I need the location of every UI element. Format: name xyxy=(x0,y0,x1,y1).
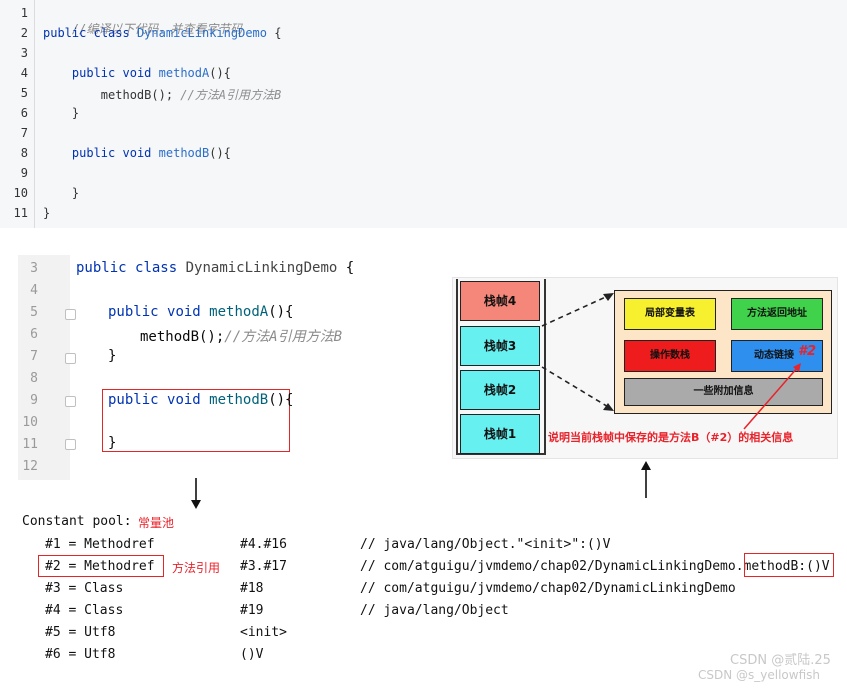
line-number: 11 xyxy=(13,206,28,220)
arrow-down-icon xyxy=(191,478,201,509)
ide-line-call: methodB();//方法A引用方法B xyxy=(140,326,342,346)
cp-entry-ref: #18 xyxy=(240,581,264,596)
fold-toggle-icon[interactable] xyxy=(65,353,76,364)
line-number: 9 xyxy=(30,393,38,408)
line-number: 10 xyxy=(22,415,38,430)
fold-toggle-icon[interactable] xyxy=(65,309,76,320)
cp-entry-ref: #3.#17 xyxy=(240,559,287,574)
code-line-class-decl: public class DynamicLinkingDemo { xyxy=(43,26,282,40)
watermark-line-1: CSDN @贰陆.25 xyxy=(730,653,831,668)
keyword: class xyxy=(93,26,130,40)
line-number: 5 xyxy=(20,86,28,100)
keyword: public xyxy=(76,260,127,276)
code-comment: //方法A引用方法B xyxy=(180,88,282,102)
code-snippet-source: 1 2 3 4 5 6 7 8 9 10 11 //编译以下代码，并查看字节码 … xyxy=(0,0,847,228)
keyword: public xyxy=(108,392,159,408)
line-number: 9 xyxy=(20,166,28,180)
line-number: 12 xyxy=(22,459,38,474)
code-comment: //方法A引用方法B xyxy=(224,329,343,345)
line-number: 7 xyxy=(20,126,28,140)
line-number: 7 xyxy=(30,349,38,364)
cp-entry-index: #4 = Class xyxy=(45,603,124,618)
ide-line-close: } xyxy=(108,348,117,364)
line-number: 6 xyxy=(30,327,38,342)
method-name: methodB xyxy=(158,146,210,160)
keyword: public xyxy=(108,304,159,320)
class-name: DynamicLinkingDemo xyxy=(136,26,267,40)
cp-entry-ref: #19 xyxy=(240,603,264,618)
keyword: void xyxy=(167,304,201,320)
line-number: 1 xyxy=(20,6,28,20)
keyword: void xyxy=(122,146,152,160)
line-number: 6 xyxy=(20,106,28,120)
arrow-up-icon xyxy=(641,461,651,498)
line-number: 8 xyxy=(30,371,38,386)
keyword: public xyxy=(71,66,116,80)
code-line-method-b-decl: public void methodB(){ xyxy=(71,146,231,160)
keyword: void xyxy=(122,66,152,80)
line-number: 3 xyxy=(20,46,28,60)
class-name: DynamicLinkingDemo xyxy=(185,260,338,276)
cp-entry-index: #5 = Utf8 xyxy=(45,625,116,640)
fold-toggle-icon[interactable] xyxy=(65,439,76,450)
ide-line-close: } xyxy=(108,435,117,451)
ide-line-method-b-decl: public void methodB(){ xyxy=(108,392,294,408)
cp-entry-index: #2 = Methodref xyxy=(45,559,155,574)
cp-entry-comment: // java/lang/Object."<init>":()V xyxy=(360,537,611,552)
code-line-close: } xyxy=(43,206,51,220)
method-name: methodA xyxy=(158,66,210,80)
keyword: public xyxy=(43,26,87,40)
cp-entry-ref: <init> xyxy=(240,625,287,640)
constant-pool-title: Constant pool: xyxy=(22,514,132,529)
ide-line-method-a-decl: public void methodA(){ xyxy=(108,304,294,320)
code-line-close: } xyxy=(43,186,80,200)
code-line-call: methodB(); //方法A引用方法B xyxy=(43,86,281,103)
red-pointer-line xyxy=(743,366,799,430)
cp-entry-ref: ()V xyxy=(240,647,264,662)
keyword: void xyxy=(167,392,201,408)
method-b-ref-highlight-box xyxy=(744,553,834,577)
code-line-close: } xyxy=(43,106,80,120)
method-call: methodB(); xyxy=(140,329,225,345)
cp-entry-index: #1 = Methodref xyxy=(45,537,155,552)
arrowhead-icon xyxy=(603,293,614,301)
code-line-method-a-decl: public void methodA(){ xyxy=(71,66,231,80)
method-name: methodA xyxy=(209,304,269,320)
ide-code-view: 3 4 5 6 7 8 9 10 11 12 public class Dyna… xyxy=(18,255,438,480)
fold-toggle-icon[interactable] xyxy=(65,396,76,407)
ide-line-class-decl: public class DynamicLinkingDemo { xyxy=(76,260,355,276)
keyword: class xyxy=(135,260,178,276)
keyword: public xyxy=(71,146,116,160)
watermark-line-2: CSDN @s_yellowfish xyxy=(698,668,821,682)
line-number: 2 xyxy=(20,26,28,40)
method-ref-note: 方法引用 xyxy=(172,561,221,575)
line-number: 4 xyxy=(30,283,38,298)
line-number: 11 xyxy=(22,437,38,452)
cp-comment-class: // com/atguigu/jvmdemo/chap02/DynamicLin… xyxy=(360,559,736,574)
cp-entry-comment: // java/lang/Object xyxy=(360,603,509,618)
line-number: 8 xyxy=(20,146,28,160)
line-number: 10 xyxy=(13,186,28,200)
method-call: methodB(); xyxy=(100,88,174,102)
method-name: methodB xyxy=(209,392,269,408)
line-number: 3 xyxy=(30,261,38,276)
dashed-connector-top xyxy=(541,294,611,327)
cp-entry-index: #3 = Class xyxy=(45,581,124,596)
line-number: 5 xyxy=(30,305,38,320)
cp-entry-index: #6 = Utf8 xyxy=(45,647,116,662)
dashed-connector-bottom xyxy=(541,366,611,409)
cp-entry-comment: // com/atguigu/jvmdemo/chap02/DynamicLin… xyxy=(360,581,736,596)
constant-pool-note: 常量池 xyxy=(138,516,175,530)
diagram-caption: 说明当前栈帧中保存的是方法B（#2）的相关信息 xyxy=(548,431,794,444)
line-number: 4 xyxy=(20,66,28,80)
cp-entry-ref: #4.#16 xyxy=(240,537,287,552)
